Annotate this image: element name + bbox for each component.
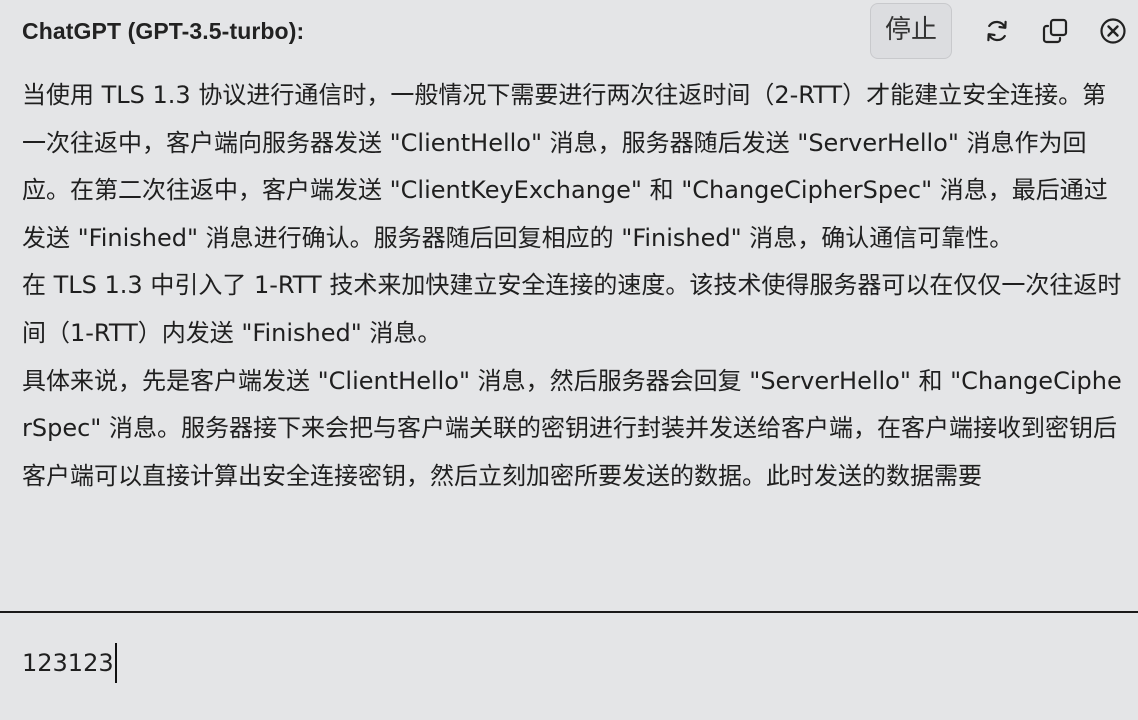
chat-response-panel: ChatGPT (GPT-3.5-turbo): 停止 当使用 TLS 1.3 … bbox=[0, 0, 1138, 720]
chat-input-value-wrapper: 123123 bbox=[22, 643, 117, 683]
chat-input[interactable]: 123123 bbox=[0, 613, 1138, 720]
response-paragraph: 具体来说，先是客户端发送 "ClientHello" 消息，然后服务器会回复 "… bbox=[22, 366, 1122, 490]
refresh-icon[interactable] bbox=[982, 16, 1012, 46]
response-header: ChatGPT (GPT-3.5-turbo): 停止 bbox=[0, 0, 1138, 64]
text-caret bbox=[114, 643, 117, 683]
close-icon[interactable] bbox=[1098, 16, 1128, 46]
stop-button[interactable]: 停止 bbox=[870, 3, 952, 59]
response-paragraph: 当使用 TLS 1.3 协议进行通信时，一般情况下需要进行两次往返时间（2-RT… bbox=[22, 81, 1108, 252]
response-paragraph: 在 TLS 1.3 中引入了 1-RTT 技术来加快建立安全连接的速度。该技术使… bbox=[22, 271, 1122, 347]
copy-icon[interactable] bbox=[1040, 16, 1070, 46]
chat-input-value: 123123 bbox=[22, 649, 114, 677]
model-title: ChatGPT (GPT-3.5-turbo): bbox=[22, 18, 305, 44]
response-text: 当使用 TLS 1.3 协议进行通信时，一般情况下需要进行两次往返时间（2-RT… bbox=[22, 72, 1122, 500]
